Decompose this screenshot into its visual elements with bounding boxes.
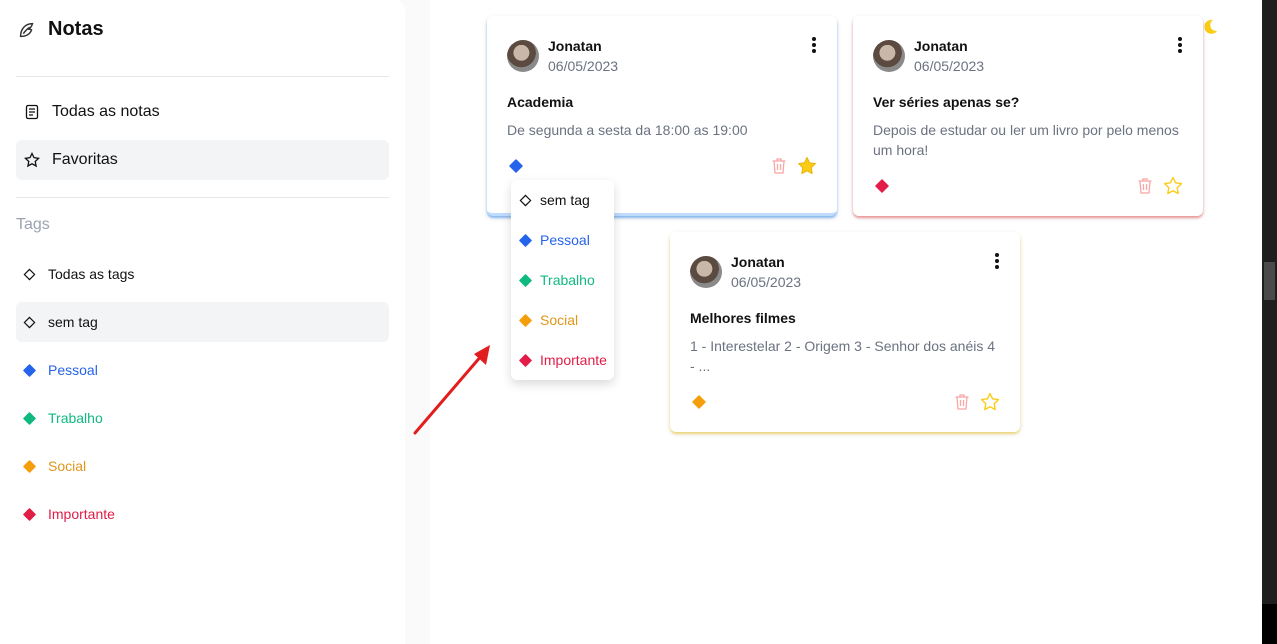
more-options-icon[interactable] [811, 36, 817, 54]
diamond-green-icon [519, 273, 532, 287]
note-card[interactable]: Jonatan 06/05/2023 Melhores filmes 1 - I… [670, 232, 1020, 432]
note-date: 06/05/2023 [548, 58, 619, 74]
moon-icon[interactable] [1201, 18, 1219, 36]
avatar [690, 256, 722, 288]
diamond-red-icon [519, 353, 532, 367]
diamond-orange-icon [519, 313, 532, 327]
more-options-icon[interactable] [1177, 36, 1183, 54]
diamond-blue-icon [23, 363, 36, 377]
document-icon [25, 104, 39, 120]
tag-item-all[interactable]: Todas as tags [16, 254, 389, 294]
trash-icon[interactable] [771, 157, 787, 175]
note-author: Jonatan [731, 254, 785, 270]
tag-item-sem-tag[interactable]: sem tag [16, 302, 389, 342]
note-card[interactable]: Jonatan 06/05/2023 Ver séries apenas se?… [853, 16, 1203, 216]
tag-item-pessoal[interactable]: Pessoal [16, 350, 389, 390]
note-title: Ver séries apenas se? [873, 94, 1020, 110]
favorite-star-filled-icon[interactable] [797, 156, 817, 176]
annotation-arrow [413, 345, 490, 435]
diamond-outline-icon [23, 316, 36, 328]
note-title: Melhores filmes [690, 310, 796, 326]
diamond-blue-icon [519, 233, 532, 247]
nav-favorites[interactable]: Favoritas [16, 140, 389, 180]
tag-item-label: Todas as tags [48, 266, 135, 282]
tag-option-sem-tag[interactable]: sem tag [519, 188, 590, 212]
tag-selector-icon[interactable] [692, 395, 706, 409]
tag-option-social[interactable]: Social [519, 308, 578, 332]
tag-option-label: Trabalho [540, 272, 595, 288]
note-title: Academia [507, 94, 574, 110]
note-author: Jonatan [914, 38, 968, 54]
divider [16, 197, 389, 198]
avatar [873, 40, 905, 72]
tag-option-importante[interactable]: Importante [519, 348, 607, 372]
avatar [507, 40, 539, 72]
tag-item-label: Trabalho [48, 410, 103, 426]
tag-item-label: Pessoal [48, 362, 98, 378]
tag-item-importante[interactable]: Importante [16, 494, 389, 534]
tag-selector-icon[interactable] [875, 179, 889, 193]
tag-item-social[interactable]: Social [16, 446, 389, 486]
more-options-icon[interactable] [994, 252, 1000, 270]
app-title: Notas [48, 18, 104, 40]
note-body: 1 - Interestelar 2 - Origem 3 - Senhor d… [690, 338, 996, 374]
nav-all-notes[interactable]: Todas as notas [16, 92, 389, 132]
note-date: 06/05/2023 [731, 274, 802, 290]
tag-item-label: Social [48, 458, 87, 474]
tags-heading: Tags [16, 216, 50, 233]
tag-item-trabalho[interactable]: Trabalho [16, 398, 389, 438]
tag-option-label: Importante [540, 352, 607, 368]
favorite-star-outline-icon[interactable] [1163, 176, 1183, 196]
diamond-red-icon [23, 507, 36, 521]
divider [16, 76, 389, 77]
nav-favorites-label: Favoritas [52, 151, 118, 168]
side-panel-edge [1262, 0, 1277, 644]
nav-all-notes-label: Todas as notas [52, 103, 160, 120]
note-date: 06/05/2023 [914, 58, 985, 74]
tag-item-label: Importante [48, 506, 115, 522]
tag-option-label: Social [540, 312, 579, 328]
tag-item-label: sem tag [48, 314, 98, 330]
note-author: Jonatan [548, 38, 602, 54]
tag-option-label: sem tag [540, 192, 590, 208]
scrollbar-thumb[interactable] [1264, 262, 1275, 300]
note-body: De segunda a sesta da 18:00 as 19:00 [507, 122, 748, 138]
tag-option-trabalho[interactable]: Trabalho [519, 268, 595, 292]
tag-option-label: Pessoal [540, 232, 590, 248]
tag-dropdown-menu: sem tag Pessoal Trabalho Social Importan… [511, 180, 614, 380]
trash-icon[interactable] [954, 393, 970, 411]
brand: Notas [16, 18, 104, 41]
star-icon [24, 152, 40, 168]
diamond-outline-icon [519, 194, 532, 206]
tag-option-pessoal[interactable]: Pessoal [519, 228, 590, 252]
note-body: Depois de estudar ou ler um livro por pe… [873, 122, 1179, 158]
favorite-star-outline-icon[interactable] [980, 392, 1000, 412]
trash-icon[interactable] [1137, 177, 1153, 195]
panel-block [1262, 604, 1277, 644]
tag-selector-icon[interactable] [509, 159, 523, 173]
sidebar: Notas Todas as notas Favoritas Tags Toda… [0, 0, 405, 644]
diamond-outline-icon [23, 268, 36, 280]
notes-logo-icon [19, 22, 34, 37]
diamond-green-icon [23, 411, 36, 425]
diamond-orange-icon [23, 459, 36, 473]
